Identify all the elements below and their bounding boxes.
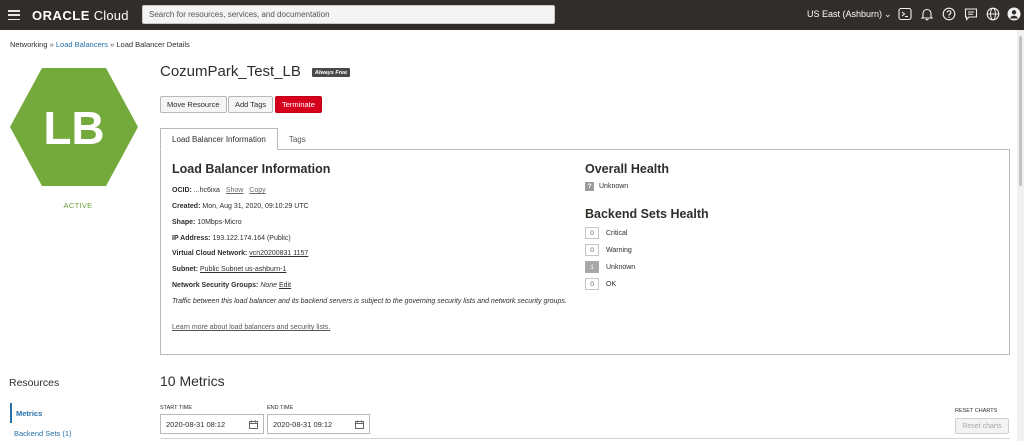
subnet-row: Subnet: Public Subnet us-ashburn-1 <box>172 266 287 273</box>
end-time-picker[interactable]: 2020-08-31 09:12 <box>267 414 370 434</box>
calendar-icon <box>355 420 364 429</box>
status-label: ACTIVE <box>63 201 93 210</box>
cloud-shell-icon[interactable] <box>898 7 912 21</box>
hexagon-label: LB <box>43 102 104 154</box>
subnet-link[interactable]: Public Subnet us-ashburn-1 <box>200 266 286 273</box>
chat-icon[interactable] <box>964 7 978 21</box>
ocid-copy-link[interactable]: Copy <box>249 187 265 194</box>
vcn-row: Virtual Cloud Network: vcn20200831 1157 <box>172 250 309 257</box>
health-count: 0 <box>585 244 599 256</box>
end-time-label: END TIME <box>267 405 294 411</box>
tab-load-balancer-information[interactable]: Load Balancer Information <box>160 128 278 150</box>
chevron-down-icon: ⌄ <box>884 9 892 19</box>
ocid-row: OCID: ...hc6ixa Show Copy <box>172 187 266 194</box>
backend-sets-health-heading: Backend Sets Health <box>585 207 709 221</box>
load-balancer-hexagon-icon: LB <box>10 68 138 186</box>
security-note: Traffic between this load balancer and i… <box>172 298 567 305</box>
tab-bar: Load Balancer Information Tags <box>160 128 317 150</box>
tab-tags[interactable]: Tags <box>278 128 317 150</box>
move-resource-button[interactable]: Move Resource <box>160 96 227 113</box>
start-time-picker[interactable]: 2020-08-31 08:12 <box>160 414 264 434</box>
add-tags-button[interactable]: Add Tags <box>228 96 274 113</box>
nsg-edit-link[interactable]: Edit <box>279 282 291 289</box>
health-count: 0 <box>585 227 599 239</box>
sidebar-item-backend-sets[interactable]: Backend Sets (1) <box>10 429 72 438</box>
top-navigation-bar: ORACLE Cloud US East (Ashburn)⌄ <box>0 0 1024 30</box>
health-count: 0 <box>585 278 599 290</box>
health-count: 1 <box>585 261 599 273</box>
user-icon[interactable] <box>1007 7 1021 21</box>
reset-charts-label: RESET CHARTS <box>955 408 998 414</box>
learn-more-link[interactable]: Learn more about load balancers and secu… <box>172 324 330 331</box>
oracle-cloud-logo[interactable]: ORACLE Cloud <box>32 8 129 23</box>
help-icon[interactable] <box>942 7 956 21</box>
health-row-unknown: 1 Unknown <box>585 261 635 273</box>
breadcrumb-networking[interactable]: Networking <box>10 40 48 49</box>
health-row-warning: 0 Warning <box>585 244 632 256</box>
globe-icon[interactable] <box>986 7 1000 21</box>
reset-charts-button[interactable]: Reset charts <box>955 418 1009 434</box>
terminate-button[interactable]: Terminate <box>275 96 322 113</box>
region-selector[interactable]: US East (Ashburn) ⌄ <box>807 9 892 20</box>
resources-heading: Resources <box>9 377 60 389</box>
menu-icon[interactable] <box>8 10 20 20</box>
title-row: CozumPark_Test_LB Always Free <box>160 63 351 80</box>
overall-health-heading: Overall Health <box>585 162 670 176</box>
ocid-show-link[interactable]: Show <box>226 187 244 194</box>
ip-address-row: IP Address: 193.122.174.164 (Public) <box>172 235 291 242</box>
nsg-row: Network Security Groups: None Edit <box>172 282 292 289</box>
end-time-value: 2020-08-31 09:12 <box>273 419 333 429</box>
start-time-label: START TIME <box>160 405 192 411</box>
breadcrumb: Networking » Load Balancers » Load Balan… <box>10 40 190 49</box>
always-free-badge: Always Free <box>311 68 351 77</box>
health-row-critical: 0 Critical <box>585 227 627 239</box>
breadcrumb-load-balancers[interactable]: Load Balancers <box>56 40 108 49</box>
created-row: Created: Mon, Aug 31, 2020, 09:10:29 UTC <box>172 203 309 210</box>
breadcrumb-current: Load Balancer Details <box>116 40 190 49</box>
health-row-ok: 0 OK <box>585 278 616 290</box>
shape-row: Shape: 10Mbps-Micro <box>172 219 242 226</box>
start-time-value: 2020-08-31 08:12 <box>166 419 226 429</box>
page-title: CozumPark_Test_LB <box>160 63 301 80</box>
calendar-icon <box>249 420 258 429</box>
info-heading: Load Balancer Information <box>172 162 331 176</box>
region-label: US East (Ashburn) <box>807 9 883 19</box>
bell-icon[interactable] <box>920 7 934 21</box>
sidebar-item-metrics[interactable]: Metrics <box>10 403 42 423</box>
page-scrollbar-thumb[interactable] <box>1019 36 1022 186</box>
search-input[interactable] <box>142 5 555 24</box>
chart-area-divider <box>160 438 1010 439</box>
overall-health-status: Unknown <box>599 183 629 190</box>
metrics-title: 10 Metrics <box>160 373 225 389</box>
information-panel: Load Balancer Information OCID: ...hc6ix… <box>160 149 1010 355</box>
vcn-link[interactable]: vcn20200831 1157 <box>249 250 308 257</box>
unknown-status-icon: ? <box>585 182 594 191</box>
